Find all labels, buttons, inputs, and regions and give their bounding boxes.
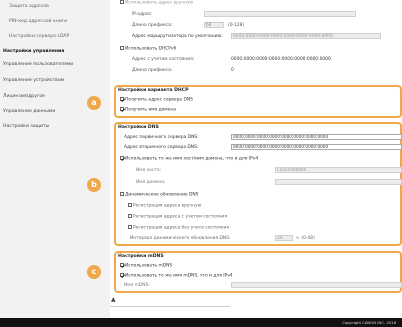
- ip-address-field: [204, 11, 356, 17]
- register-manual-checkbox[interactable]: Регистрация адреса вручную: [128, 203, 201, 208]
- stateful-address-label: Адрес с учетом состояния:: [132, 57, 195, 62]
- ip-address-label: IP-адрес:: [132, 12, 153, 17]
- checkbox-checked-icon: [120, 263, 124, 267]
- mdns-name-input[interactable]: [231, 282, 402, 288]
- same-host-domain-checkbox[interactable]: Использовать то же имя хост/имя домена, …: [120, 156, 258, 161]
- checkbox-icon: [128, 214, 132, 218]
- domain-name-label: Имя домена:: [136, 180, 166, 185]
- use-mdns-checkbox[interactable]: Использовать mDNS: [120, 263, 172, 268]
- primary-dns-label: Адрес первичного сервера DNS:: [124, 135, 199, 140]
- get-dns-server-checkbox[interactable]: Получить адрес сервера DNS: [120, 97, 193, 102]
- dynamic-interval-input[interactable]: 24: [275, 235, 293, 241]
- checkbox-checked-icon: [120, 156, 124, 160]
- dynamic-interval-unit: ч. (0-48): [296, 236, 315, 241]
- sidebar-item-security-settings[interactable]: Настройки защиты: [3, 124, 49, 129]
- prefix-length2-value: 0: [231, 68, 234, 73]
- prefix-length2-label: Длина префикса:: [132, 68, 173, 73]
- get-domain-name-checkbox[interactable]: Получить имя домена: [120, 107, 176, 112]
- checkbox-icon: [120, 46, 124, 50]
- host-name-input[interactable]: Canon000000: [275, 167, 402, 173]
- default-router-label: Адрес маршрутизатора по умолчанию:: [132, 34, 223, 39]
- sidebar-item-data-management[interactable]: Управление данными: [3, 109, 55, 114]
- checkbox-checked-icon: [120, 273, 124, 277]
- mdns-settings-title: Настройки mDNS: [118, 254, 164, 259]
- prefix-length-label: Длина префикса:: [132, 23, 173, 28]
- scroll-top-icon[interactable]: ▲: [111, 296, 116, 303]
- checkbox-icon: [120, 192, 124, 196]
- divider: [110, 306, 230, 307]
- register-stateful-checkbox[interactable]: Регистрация адреса с учетом состояния: [128, 214, 227, 219]
- copyright-text: Copyright CANON INC. 2016: [342, 320, 396, 325]
- main-content: Использовать адрес вручную IP-адрес: Дли…: [110, 0, 402, 318]
- prefix-range-label: (0-128): [228, 23, 245, 28]
- sidebar-item-address-book-pin[interactable]: PIN-код адресной книги: [9, 19, 67, 24]
- footer-bar: Copyright CANON INC. 2016: [0, 318, 402, 327]
- checkbox-checked-icon: [120, 107, 124, 111]
- sidebar-item-user-management[interactable]: Управление пользователями: [3, 62, 73, 67]
- secondary-dns-input[interactable]: 0000:0000:0000:0000:0000:0000:0000:0000: [231, 144, 402, 150]
- host-name-label: Имя хоста:: [136, 168, 162, 173]
- checkbox-icon: [128, 203, 132, 207]
- domain-name-input[interactable]: [275, 179, 402, 185]
- sidebar-item-device-management[interactable]: Управление устройством: [3, 78, 64, 83]
- callout-badge-c: c: [87, 265, 101, 279]
- dynamic-dns-checkbox[interactable]: Динамическое обновление DNS: [120, 192, 198, 197]
- stateful-address-value: 0000:0000:0000:0000:0000:0000:0000:0000: [231, 57, 331, 62]
- sidebar-item-ldap-server[interactable]: Настройки сервера LDAP: [9, 34, 69, 39]
- mdns-name-label: Имя mDNS:: [124, 283, 150, 288]
- callout-badge-a: a: [87, 96, 101, 110]
- sidebar-item-address-protection[interactable]: Защита адресов: [9, 4, 49, 9]
- same-mdns-name-checkbox[interactable]: Использовать то же имя mDNS, что и для I…: [120, 273, 233, 278]
- callout-badge-b: b: [87, 178, 101, 192]
- checkbox-icon: [120, 0, 124, 4]
- dns-settings-title: Настройки DNS: [118, 125, 159, 130]
- use-manual-address-checkbox[interactable]: Использовать адрес вручную: [120, 0, 193, 5]
- dynamic-interval-label: Интервал динамического обновления DNS:: [130, 236, 231, 241]
- primary-dns-input[interactable]: 0000:0000:0000:0000:0000:0000:0000:0000: [231, 134, 402, 140]
- register-stateless-checkbox[interactable]: Регистрация адреса без учета состояния: [128, 225, 229, 230]
- default-router-value: 0000:0000:0000:0000:0000:0000:0000:0000: [233, 34, 333, 39]
- dhcpv6-checkbox[interactable]: Использовать DHCPv6: [120, 46, 176, 51]
- secondary-dns-label: Адрес вторичного сервера DNS:: [124, 145, 199, 150]
- checkbox-checked-icon: [120, 97, 124, 101]
- checkbox-icon: [128, 225, 132, 229]
- prefix-length-value: 64: [206, 23, 212, 28]
- sidebar-item-management-settings[interactable]: Настройки управления: [3, 49, 64, 54]
- sidebar-item-license[interactable]: Лицензия/другое: [3, 94, 45, 99]
- dhcp-option-title: Настройки варианта DHCP: [118, 88, 189, 93]
